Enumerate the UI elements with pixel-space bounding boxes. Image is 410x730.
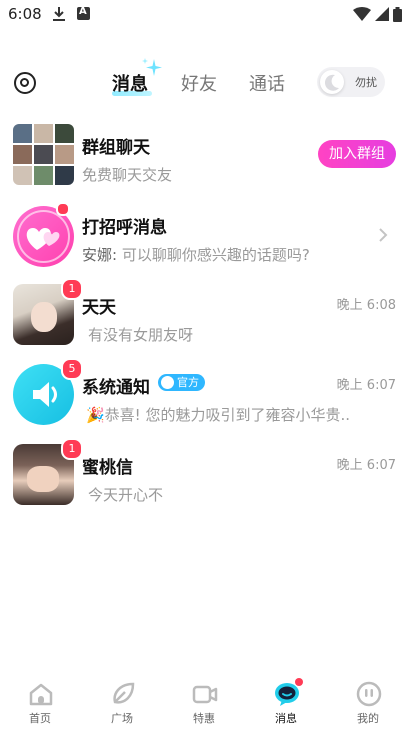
nav-messages[interactable]: 消息 xyxy=(256,676,316,730)
dnd-label: 勿扰 xyxy=(355,76,377,89)
nav-label: 我的 xyxy=(357,712,379,725)
list-item-group-chat[interactable]: 群组聊天 免费聊天交友 加入群组 xyxy=(0,118,410,198)
chat-time: 晚上 6:08 xyxy=(336,298,396,313)
chat-name: 打招呼消息 xyxy=(82,218,167,238)
status-icons xyxy=(353,6,402,22)
chat-name: 系统通知 xyxy=(82,378,150,398)
nav-plaza[interactable]: 广场 xyxy=(92,676,152,730)
nav-deals[interactable]: 特惠 xyxy=(174,676,234,730)
profile-icon xyxy=(356,681,382,707)
chat-name: 蜜桃信 xyxy=(82,458,133,478)
group-avatar xyxy=(13,124,74,185)
official-tag-label: 官方 xyxy=(177,376,199,389)
nav-label: 首页 xyxy=(29,712,51,725)
list-item-mitaoxin[interactable]: 1 蜜桃信 晚上 6:07 今天开心不 xyxy=(0,438,410,518)
preview-text: 可以聊聊你感兴趣的话题吗? xyxy=(117,246,310,264)
chat-name: 天天 xyxy=(82,298,116,318)
official-tag: 官方 xyxy=(158,374,205,391)
moon-icon xyxy=(324,74,339,91)
verified-icon xyxy=(161,376,174,389)
chevron-right-icon xyxy=(379,228,388,242)
list-item-greetings[interactable]: 打招呼消息 安娜: 可以聊聊你感兴趣的话题吗? xyxy=(0,198,410,278)
chat-preview: 🎉恭喜! 您的魅力吸引到了雍容小华贵.. xyxy=(86,406,350,424)
chat-preview: 今天开心不 xyxy=(88,486,164,504)
video-icon xyxy=(192,685,218,704)
unread-badge: 1 xyxy=(61,438,83,460)
chat-time: 晚上 6:07 xyxy=(336,378,396,393)
preview-sender: 安娜: xyxy=(82,246,118,264)
nav-profile[interactable]: 我的 xyxy=(338,676,398,730)
unread-badge: 1 xyxy=(61,278,83,300)
nav-label: 特惠 xyxy=(193,712,215,725)
chat-time: 晚上 6:07 xyxy=(336,458,396,473)
battery-icon xyxy=(393,6,402,22)
unread-dot xyxy=(56,202,70,216)
top-nav: 消息 好友 通话 勿扰 xyxy=(0,55,410,110)
tab-calls[interactable]: 通话 xyxy=(249,70,285,96)
list-item-tiantian[interactable]: 1 天天 晚上 6:08 有没有女朋友呀 xyxy=(0,278,410,358)
status-bar: 6:08 xyxy=(0,0,410,30)
download-icon xyxy=(53,7,65,21)
nav-label: 广场 xyxy=(111,712,133,725)
target-icon[interactable] xyxy=(14,72,36,94)
dnd-knob xyxy=(320,70,344,94)
list-item-system-notice[interactable]: 5 系统通知 官方 晚上 6:07 🎉恭喜! 您的魅力吸引到了雍容小华贵.. xyxy=(0,358,410,438)
wifi-icon xyxy=(353,7,371,21)
status-time: 6:08 xyxy=(8,5,42,23)
chat-name: 群组聊天 xyxy=(82,138,150,158)
home-icon xyxy=(29,683,53,706)
plaza-icon xyxy=(113,682,135,704)
chat-preview: 安娜: 可以聊聊你感兴趣的话题吗? xyxy=(82,244,382,265)
chat-preview: 有没有女朋友呀 xyxy=(88,326,194,344)
dnd-toggle[interactable]: 勿扰 xyxy=(317,67,385,97)
bottom-nav: 首页 广场 特惠 消息 我的 xyxy=(0,676,410,730)
signal-icon xyxy=(375,7,389,21)
nav-unread-dot xyxy=(295,678,303,686)
nav-home[interactable]: 首页 xyxy=(10,676,70,730)
join-group-button[interactable]: 加入群组 xyxy=(318,140,396,168)
tab-friends[interactable]: 好友 xyxy=(181,70,217,96)
unread-badge: 5 xyxy=(61,358,83,380)
chat-list: 群组聊天 免费聊天交友 加入群组 打招呼消息 安娜: 可以聊聊你感兴趣的话题吗?… xyxy=(0,118,410,518)
app-notification-icon xyxy=(77,6,90,20)
tab-messages[interactable]: 消息 xyxy=(112,70,148,96)
nav-label: 消息 xyxy=(275,712,297,725)
